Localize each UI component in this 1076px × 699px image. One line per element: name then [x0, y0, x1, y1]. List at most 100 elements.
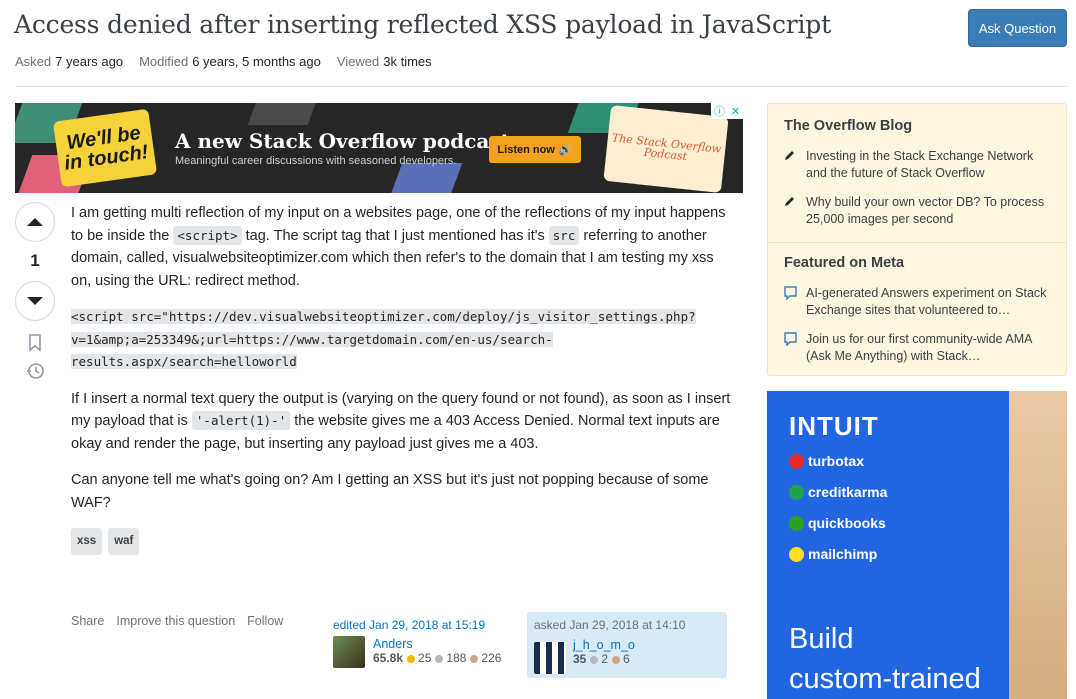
inline-code: src — [548, 225, 580, 245]
arrow-down-icon — [27, 297, 43, 305]
asker-name[interactable]: j_h_o_m_o — [573, 638, 635, 652]
body-paragraph-3: Can anyone tell me what's going on? Am I… — [71, 472, 709, 511]
ad-speech-bubble: We'll be in touch! — [52, 108, 158, 188]
speech-bubble-icon — [784, 285, 806, 319]
ck-icon — [789, 484, 804, 500]
gold-badge-icon — [407, 654, 416, 663]
upvote-button[interactable] — [15, 202, 55, 242]
code-block: <script src="https://dev.visualwebsiteop… — [71, 306, 731, 374]
reputation: 65.8k — [373, 651, 404, 665]
asked-timestamp: asked Jan 29, 2018 at 14:10 — [534, 618, 686, 632]
brand-label: mailchimp — [808, 546, 878, 562]
meta-item[interactable]: Join us for our first community-wide AMA… — [768, 327, 1066, 373]
post-menu: Share Improve this question Follow — [71, 614, 283, 628]
asker-signature: asked Jan 29, 2018 at 14:10 j_h_o_m_o 35… — [527, 612, 727, 678]
downvote-button[interactable] — [15, 281, 55, 321]
meta-viewed-value: 3k times — [383, 54, 432, 69]
meta-viewed-label: Viewed — [336, 54, 380, 69]
blog-item[interactable]: Investing in the Stack Exchange Network … — [768, 144, 1066, 190]
improve-question-link[interactable]: Improve this question — [116, 614, 235, 628]
question-title[interactable]: Access denied after inserting reflected … — [14, 10, 831, 39]
meta-modified: Modified 6 years, 5 months ago — [139, 54, 321, 69]
edited-timestamp[interactable]: edited Jan 29, 2018 at 15:19 — [333, 618, 513, 632]
blog-item[interactable]: Why build your own vector DB? To process… — [768, 190, 1066, 236]
body-paragraph-1: I am getting multi reflection of my inpu… — [71, 202, 731, 292]
bronze-badge-icon — [612, 655, 621, 664]
blog-item-label[interactable]: Investing in the Stack Exchange Network … — [806, 148, 1050, 182]
question-body: I am getting multi reflection of my inpu… — [71, 202, 731, 555]
speaker-icon: 🔊 — [558, 144, 573, 156]
blog-item-label[interactable]: Why build your own vector DB? To process… — [806, 194, 1050, 228]
ad-close-icon[interactable]: ✕ — [731, 105, 740, 118]
share-link[interactable]: Share — [71, 614, 104, 628]
silver-badge-icon — [590, 655, 599, 664]
meta-viewed: Viewed 3k times — [337, 54, 432, 69]
build-line: custom-trained — [789, 663, 981, 695]
podcast-ad-banner[interactable]: We'll be in touch! A new Stack Overflow … — [15, 103, 743, 193]
meta-item-label[interactable]: AI-generated Answers experiment on Stack… — [806, 285, 1050, 319]
meta-modified-value[interactable]: 6 years, 5 months ago — [192, 54, 321, 69]
ad-choices[interactable]: ⓘ ✕ — [711, 103, 743, 119]
build-line: Build — [789, 623, 854, 655]
meta-item[interactable]: AI-generated Answers experiment on Stack… — [768, 281, 1066, 327]
bronze-badge-count: 226 — [481, 651, 502, 665]
brand-label: quickbooks — [808, 515, 886, 531]
blog-title: The Overflow Blog — [784, 118, 913, 134]
avatar[interactable] — [333, 636, 365, 668]
silver-badge-count: 2 — [601, 652, 609, 666]
history-icon[interactable] — [25, 361, 45, 381]
meta-item-label[interactable]: Join us for our first community-wide AMA… — [806, 331, 1050, 365]
code-line: <script src="https://dev.visualwebsiteop… — [71, 309, 696, 324]
ad-headline: A new Stack Overflow podcast. — [175, 129, 517, 153]
intuit-ad[interactable]: INTUIT turbotax creditkarma quickbooks m… — [767, 391, 1067, 699]
ad-decor — [247, 103, 323, 125]
ad-decor — [387, 163, 463, 193]
meta-title: Featured on Meta — [784, 255, 905, 271]
pencil-icon — [784, 194, 806, 228]
ad-build-text: Build custom-trained — [789, 619, 981, 699]
ad-photo — [1009, 391, 1067, 699]
editor-signature: edited Jan 29, 2018 at 15:19 Anders 65.8… — [333, 618, 513, 678]
overflow-blog-widget: The Overflow Blog Investing in the Stack… — [767, 103, 1067, 376]
tag-waf[interactable]: waf — [108, 528, 140, 555]
pencil-icon — [784, 148, 806, 182]
meta-asked-value[interactable]: 7 years ago — [55, 54, 123, 69]
ad-listen-label: Listen now — [497, 143, 555, 156]
ad-info-icon[interactable]: ⓘ — [714, 103, 725, 119]
vote-column: 1 — [14, 202, 56, 381]
body-paragraph-2: If I insert a normal text query the outp… — [71, 388, 731, 456]
meta-asked: Asked 7 years ago — [15, 54, 123, 69]
follow-link[interactable]: Follow — [247, 614, 283, 628]
text: tag. The script tag that I just mentione… — [241, 227, 549, 244]
inline-code: <script> — [173, 225, 242, 245]
meta-modified-label: Modified — [139, 54, 189, 69]
brand-label: creditkarma — [808, 484, 888, 500]
inline-code: '-alert(1)-' — [191, 411, 291, 430]
arrow-up-icon — [27, 218, 43, 226]
tag-xss[interactable]: xss — [71, 528, 103, 555]
brand-creditkarma: creditkarma — [789, 484, 887, 500]
header-divider — [15, 86, 1067, 87]
vote-count: 1 — [30, 251, 40, 270]
editor-name[interactable]: Anders — [373, 637, 501, 651]
brand-label: turbotax — [808, 453, 864, 469]
mailchimp-icon — [789, 546, 804, 562]
ad-podcast-badge: The Stack Overflow Podcast — [603, 105, 729, 193]
gold-badge-count: 25 — [418, 651, 432, 665]
qb-icon — [789, 515, 804, 531]
bronze-badge-count: 6 — [623, 652, 630, 666]
intuit-logo: INTUIT — [789, 411, 879, 441]
question-meta: Asked 7 years ago Modified 6 years, 5 mont… — [15, 54, 432, 69]
speech-bubble-icon — [784, 331, 806, 365]
ad-listen-button[interactable]: Listen now 🔊 — [489, 136, 581, 163]
brand-quickbooks: quickbooks — [789, 515, 886, 531]
code-line: v=1&amp;a=253349&;url=https://www.target… — [71, 331, 553, 347]
avatar[interactable] — [534, 642, 566, 674]
bronze-badge-icon — [470, 654, 479, 663]
silver-badge-count: 188 — [446, 651, 467, 665]
check-icon — [789, 453, 804, 469]
code-line: results.aspx/search=helloworld — [71, 354, 297, 369]
reputation: 35 — [573, 652, 587, 666]
bookmark-icon[interactable] — [25, 333, 45, 353]
ask-question-button[interactable]: Ask Question — [968, 9, 1067, 47]
